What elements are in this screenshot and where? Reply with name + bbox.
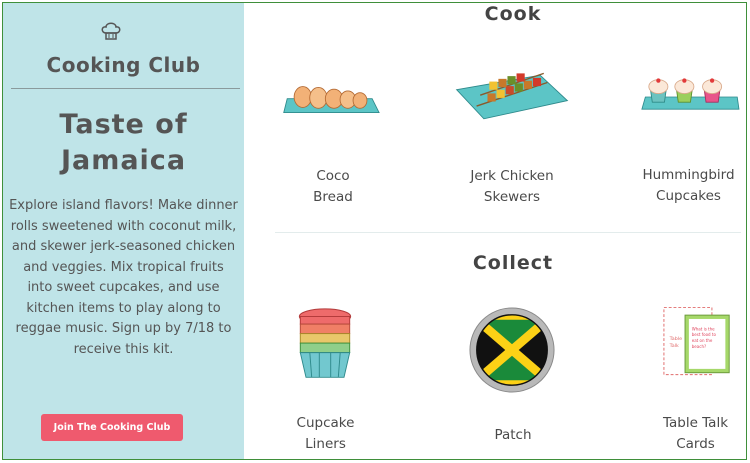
table-talk-cards-image: Table Talk What is the best food to eat …: [663, 306, 730, 376]
cook-item-hummingbird-cupcakes[interactable]: Hummingbird Cupcakes: [631, 63, 746, 213]
chef-hat-icon: [101, 22, 121, 40]
join-cooking-club-button[interactable]: Join The Cooking Club: [41, 414, 183, 441]
cook-heading: Cook: [484, 3, 542, 25]
collect-item-cupcake-liners[interactable]: Cupcake Liners: [273, 293, 378, 459]
sidebar-divider: [11, 88, 240, 89]
item-label: Cupcake Liners: [296, 415, 355, 452]
page-frame: Cooking Club Taste of Jamaica Explore is…: [2, 2, 747, 460]
cook-item-jerk-chicken-skewers[interactable]: Jerk Chicken Skewers: [447, 63, 577, 213]
collect-item-patch[interactable]: Patch: [458, 293, 568, 459]
sidebar: Cooking Club Taste of Jamaica Explore is…: [3, 3, 244, 459]
collect-item-table-talk-cards[interactable]: Table Talk What is the best food to eat …: [648, 293, 743, 459]
coco-bread-image: [283, 86, 380, 114]
hummingbird-cupcakes-image: [641, 78, 740, 110]
item-label: Jerk Chicken Skewers: [470, 168, 554, 205]
item-label: Coco Bread: [313, 168, 353, 205]
item-label: Hummingbird Cupcakes: [642, 167, 735, 204]
item-label: Table Talk Cards: [662, 415, 729, 452]
cupcake-liners-image: [298, 308, 352, 378]
svg-text:beach?: beach?: [692, 344, 706, 349]
svg-text:Talk: Talk: [669, 343, 679, 349]
item-label: Patch: [494, 427, 532, 443]
cook-item-coco-bread[interactable]: Coco Bread: [273, 63, 393, 213]
jamaica-flag-patch-image: [469, 307, 555, 393]
club-title: Cooking Club: [46, 53, 201, 77]
collect-heading: Collect: [472, 252, 554, 274]
svg-text:Table: Table: [669, 336, 682, 342]
kit-title: Taste of Jamaica: [59, 109, 188, 176]
svg-text:What is the: What is the: [692, 326, 715, 331]
jerk-chicken-skewers-image: [455, 72, 569, 120]
svg-text:best food to: best food to: [692, 332, 717, 337]
svg-text:eat on the: eat on the: [692, 338, 713, 343]
section-separator: [275, 232, 741, 233]
kit-description: Explore island flavors! Make dinner roll…: [9, 198, 238, 357]
